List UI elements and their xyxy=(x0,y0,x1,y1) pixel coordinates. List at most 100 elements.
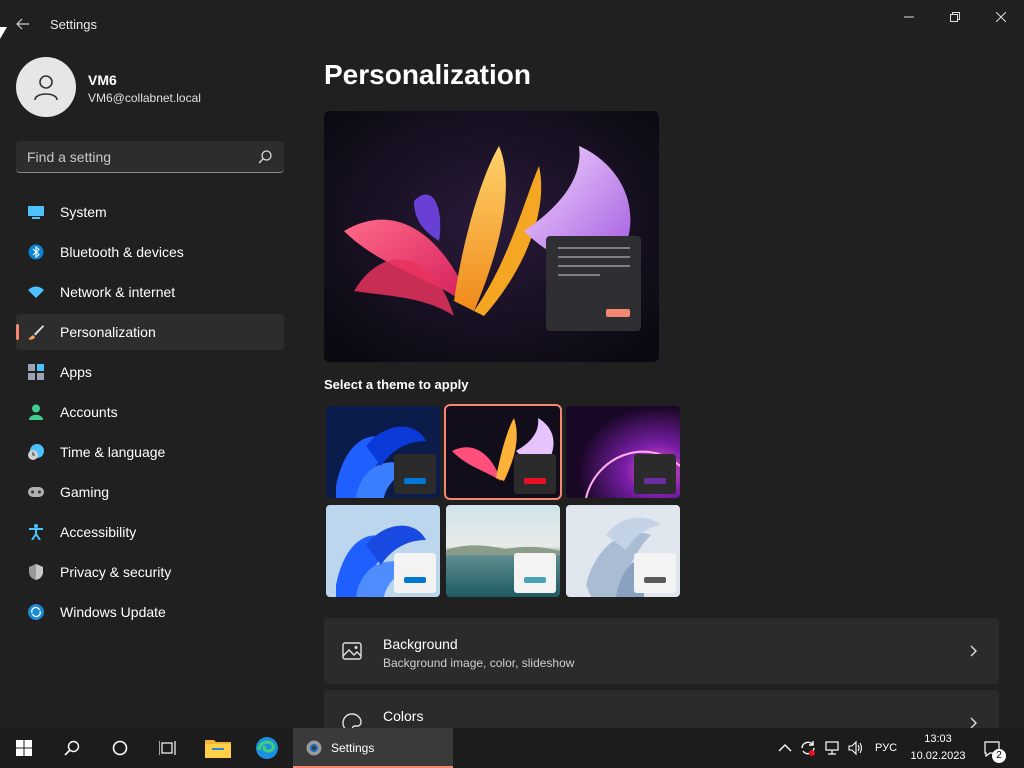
gamepad-icon xyxy=(28,487,44,497)
sidebar-item-windows-update[interactable]: Windows Update xyxy=(16,594,284,630)
sidebar-item-system[interactable]: System xyxy=(16,194,284,230)
person-icon xyxy=(29,404,43,420)
background-setting-row[interactable]: Background Background image, color, slid… xyxy=(324,618,999,684)
profile-email: VM6@collabnet.local xyxy=(88,91,201,105)
taskbar: Settings РУС 13:03 10.02.2023 2 xyxy=(0,728,1024,768)
user-icon xyxy=(34,75,58,101)
search-box[interactable] xyxy=(16,141,284,173)
clock-globe-icon xyxy=(28,444,44,460)
sidebar-nav: System Bluetooth & devices Network & int… xyxy=(16,194,284,634)
sidebar-item-label: Personalization xyxy=(60,324,156,340)
clock-date[interactable]: 10.02.2023 xyxy=(907,750,969,762)
theme-sunrise-lake[interactable] xyxy=(446,505,560,597)
sidebar-item-bluetooth[interactable]: Bluetooth & devices xyxy=(16,234,284,270)
folder-icon xyxy=(205,740,231,758)
theme-swatch xyxy=(524,577,546,583)
theme-captured-motion[interactable] xyxy=(566,406,680,498)
file-explorer-button[interactable] xyxy=(194,728,242,768)
chevron-up-icon[interactable] xyxy=(777,740,793,756)
theme-preview xyxy=(324,111,659,362)
theme-windows-dark[interactable] xyxy=(326,406,440,498)
arrow-left-icon xyxy=(16,18,29,30)
clock-time[interactable]: 13:03 xyxy=(916,733,960,745)
glow-wallpaper-image xyxy=(324,111,659,362)
search-input[interactable] xyxy=(16,141,256,172)
app-title: Settings xyxy=(50,17,97,32)
sidebar-item-label: Time & language xyxy=(60,444,166,460)
taskbar-app-label: Settings xyxy=(331,741,375,755)
title-bar: Settings xyxy=(0,0,1024,48)
start-button[interactable] xyxy=(0,728,48,768)
theme-card xyxy=(514,553,556,593)
setting-subtitle: Background image, color, slideshow xyxy=(383,656,575,670)
windows-logo-icon xyxy=(16,740,32,756)
monitor-icon xyxy=(28,206,44,219)
taskbar-search-button[interactable] xyxy=(48,728,96,768)
minimize-button[interactable] xyxy=(886,0,932,34)
brush-icon xyxy=(28,325,44,340)
taskbar-settings-app[interactable]: Settings xyxy=(293,728,453,768)
sidebar-item-label: Windows Update xyxy=(60,604,166,620)
theme-swatch xyxy=(644,478,666,484)
theme-windows-light[interactable] xyxy=(326,505,440,597)
apps-icon xyxy=(28,364,44,380)
page-title: Personalization xyxy=(324,59,531,90)
close-icon xyxy=(996,12,1006,22)
theme-flow[interactable] xyxy=(566,505,680,597)
restore-icon xyxy=(950,12,960,22)
theme-glow[interactable] xyxy=(444,404,562,500)
network-icon[interactable] xyxy=(824,740,840,756)
restore-button[interactable] xyxy=(932,0,978,34)
cortana-button[interactable] xyxy=(96,728,144,768)
search-icon[interactable] xyxy=(257,149,273,165)
notification-count-badge: 2 xyxy=(992,749,1006,763)
back-button[interactable] xyxy=(8,10,38,38)
theme-swatch xyxy=(404,577,426,583)
settings-gear-icon xyxy=(306,740,322,756)
sidebar-item-label: Bluetooth & devices xyxy=(60,244,184,260)
theme-card xyxy=(634,553,676,593)
volume-icon[interactable] xyxy=(848,740,864,756)
chevron-right-icon xyxy=(970,645,977,657)
chevron-right-icon xyxy=(970,717,977,728)
picture-icon xyxy=(342,642,362,660)
avatar[interactable] xyxy=(16,57,76,117)
sidebar-item-privacy[interactable]: Privacy & security xyxy=(16,554,284,590)
sidebar-item-apps[interactable]: Apps xyxy=(16,354,284,390)
sidebar-item-label: Accounts xyxy=(60,404,118,420)
setting-title: Background xyxy=(383,636,458,652)
theme-card xyxy=(394,553,436,593)
sidebar-item-accessibility[interactable]: Accessibility xyxy=(16,514,284,550)
edge-button[interactable] xyxy=(243,728,291,768)
theme-card xyxy=(514,454,556,494)
sidebar-item-gaming[interactable]: Gaming xyxy=(16,474,284,510)
sync-icon[interactable] xyxy=(800,740,816,756)
task-view-icon xyxy=(159,741,176,755)
wifi-icon xyxy=(28,286,44,298)
theme-swatch xyxy=(644,577,666,583)
search-icon xyxy=(64,740,80,756)
language-indicator[interactable]: РУС xyxy=(875,742,897,754)
sidebar-item-network[interactable]: Network & internet xyxy=(16,274,284,310)
theme-card xyxy=(394,454,436,494)
sidebar-item-label: Apps xyxy=(60,364,92,380)
colors-setting-row[interactable]: Colors xyxy=(324,690,999,728)
bluetooth-icon xyxy=(28,244,44,260)
accessibility-icon xyxy=(29,524,43,540)
mouse-cursor xyxy=(0,27,7,39)
sidebar-item-label: Gaming xyxy=(60,484,110,500)
sidebar-item-label: System xyxy=(60,204,107,220)
profile-name: VM6 xyxy=(88,72,117,88)
task-view-button[interactable] xyxy=(144,728,192,768)
theme-grid xyxy=(324,404,684,598)
sidebar-item-time-language[interactable]: Time & language xyxy=(16,434,284,470)
minimize-icon xyxy=(904,16,914,18)
sidebar-item-personalization[interactable]: Personalization xyxy=(16,314,284,350)
setting-title: Colors xyxy=(383,708,424,724)
edge-icon xyxy=(256,737,278,759)
theme-swatch xyxy=(524,478,546,484)
close-button[interactable] xyxy=(978,0,1024,34)
cortana-icon xyxy=(112,740,128,756)
sidebar-item-accounts[interactable]: Accounts xyxy=(16,394,284,430)
sidebar-item-label: Privacy & security xyxy=(60,564,172,580)
